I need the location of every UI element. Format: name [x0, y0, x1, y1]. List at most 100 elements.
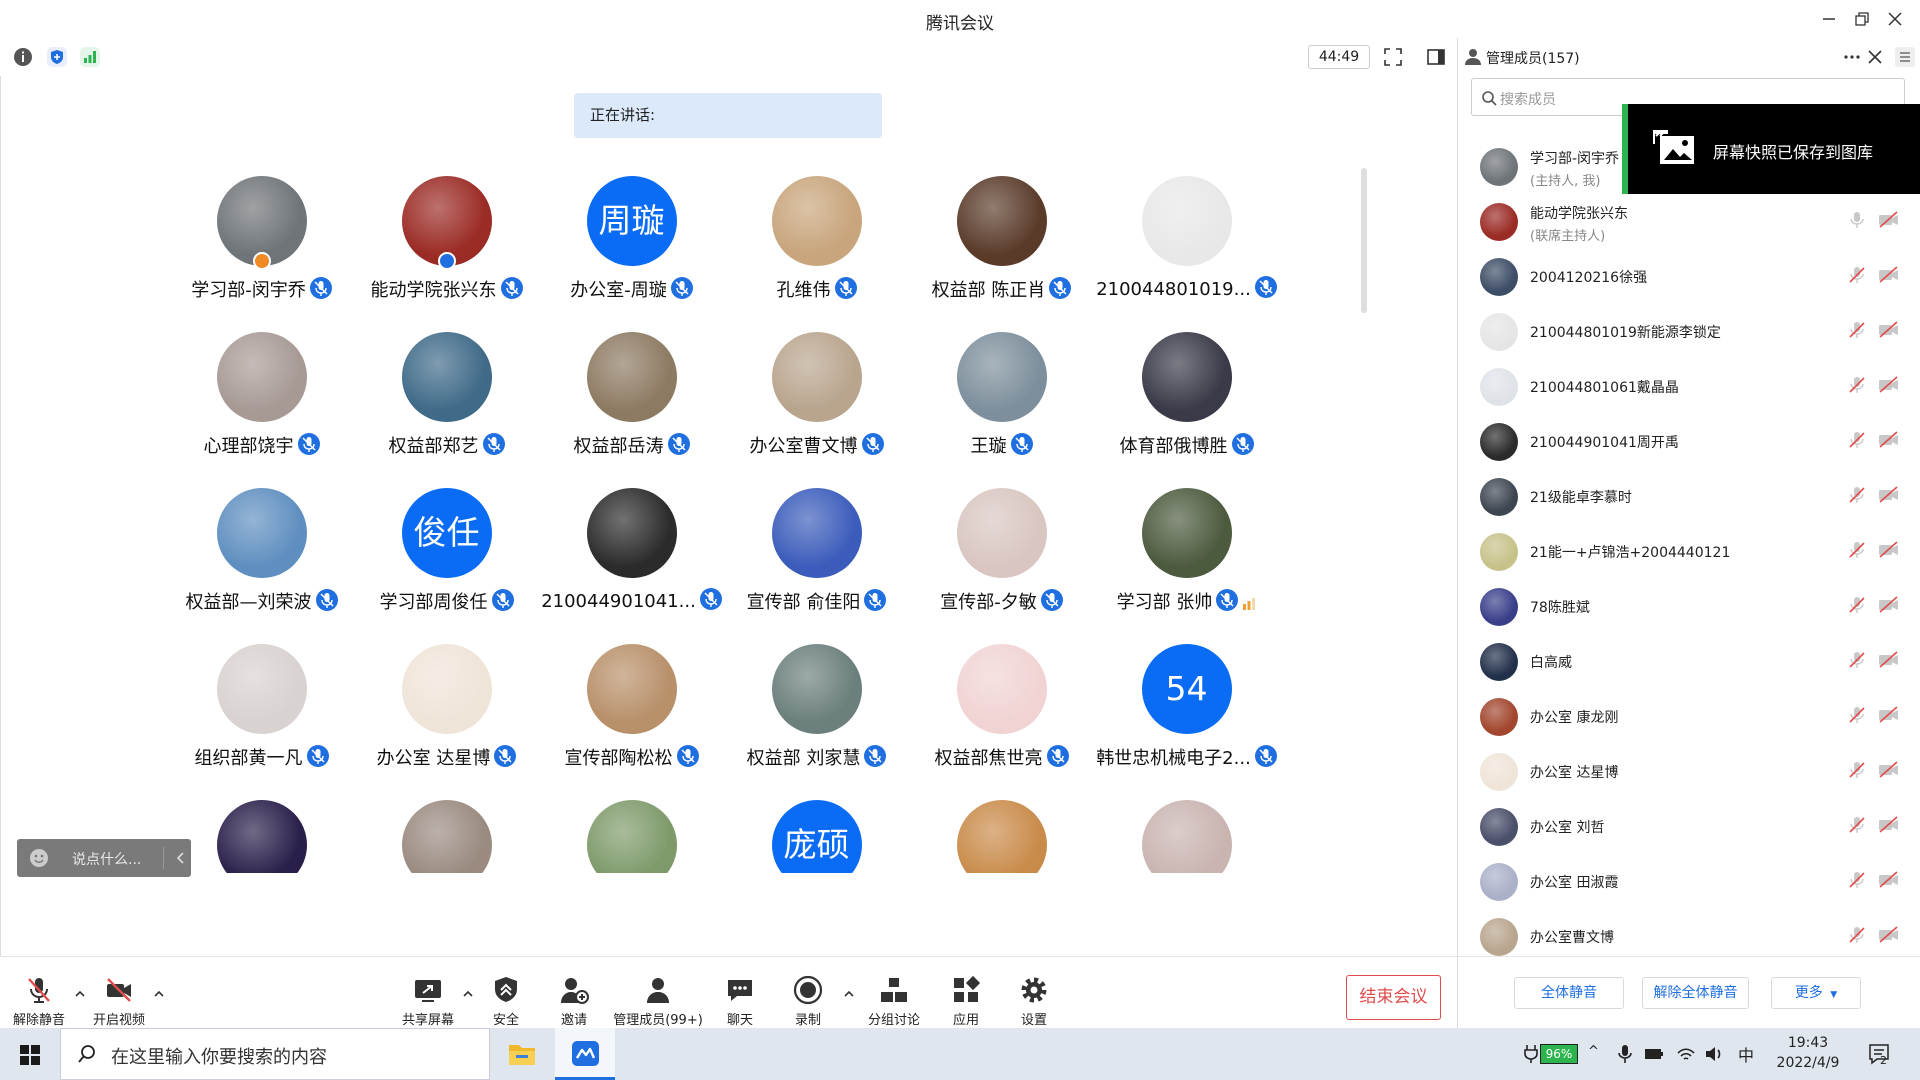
emoji-icon[interactable]	[29, 848, 49, 868]
member-mic-muted-icon[interactable]	[1848, 321, 1866, 339]
breakout-rooms-button[interactable]: 分组讨论	[862, 957, 926, 1029]
member-camera-off-icon[interactable]	[1878, 706, 1900, 724]
participant-tile[interactable]: 俊任 学习部周俊任	[354, 488, 539, 638]
member-camera-off-icon[interactable]	[1878, 596, 1900, 614]
start-video-button[interactable]: 开启视频	[86, 957, 152, 1029]
participant-tile[interactable]: 权益部郑艺	[354, 332, 539, 482]
network-signal-icon[interactable]	[80, 47, 100, 67]
member-mic-muted-icon[interactable]	[1848, 211, 1866, 229]
unmute-button[interactable]: 解除静音	[6, 957, 72, 1029]
member-mic-muted-icon[interactable]	[1848, 596, 1866, 614]
member-row[interactable]: 2004120216徐强	[1458, 248, 1920, 303]
participant-tile[interactable]: 王璇	[909, 332, 1094, 482]
participant-tile[interactable]	[354, 800, 539, 873]
member-mic-muted-icon[interactable]	[1848, 266, 1866, 284]
participant-tile[interactable]: 权益部—刘荣波	[169, 488, 354, 638]
participant-tile[interactable]: 庞硕	[724, 800, 909, 873]
chat-button[interactable]: 聊天	[712, 957, 768, 1029]
fullscreen-icon[interactable]	[1383, 47, 1403, 67]
member-mic-muted-icon[interactable]	[1848, 706, 1866, 724]
speaker-icon[interactable]	[1704, 1044, 1724, 1064]
member-mic-muted-icon[interactable]	[1848, 486, 1866, 504]
member-camera-off-icon[interactable]	[1878, 871, 1900, 889]
member-mic-muted-icon[interactable]	[1848, 816, 1866, 834]
member-camera-off-icon[interactable]	[1878, 376, 1900, 394]
quick-chat-box[interactable]: 说点什么...	[17, 839, 191, 877]
participant-tile[interactable]	[909, 800, 1094, 873]
member-mic-muted-icon[interactable]	[1848, 871, 1866, 889]
member-camera-off-icon[interactable]	[1878, 266, 1900, 284]
record-button[interactable]: 录制	[780, 957, 836, 1029]
invite-button[interactable]: 邀请	[546, 957, 602, 1029]
participant-tile[interactable]: 学习部 张帅	[1094, 488, 1279, 638]
participant-tile[interactable]: 心理部饶宇	[169, 332, 354, 482]
member-camera-off-icon[interactable]	[1878, 431, 1900, 449]
chevron-up-icon[interactable]	[153, 989, 165, 999]
minimize-icon[interactable]	[1820, 10, 1838, 28]
security-button[interactable]: 安全	[478, 957, 534, 1029]
member-row[interactable]: 办公室 田淑霞	[1458, 853, 1920, 908]
ime-indicator[interactable]: 中	[1738, 1042, 1754, 1066]
settings-button[interactable]: 设置	[1006, 957, 1062, 1029]
member-mic-muted-icon[interactable]	[1848, 761, 1866, 779]
mute-all-button[interactable]: 全体静音	[1514, 977, 1624, 1009]
member-camera-off-icon[interactable]	[1878, 761, 1900, 779]
member-row[interactable]: 210044801019新能源李锁定	[1458, 303, 1920, 358]
participant-tile[interactable]: 组织部黄一凡	[169, 644, 354, 794]
participant-tile[interactable]: 宣传部 俞佳阳	[724, 488, 909, 638]
participant-tile[interactable]: 54 韩世忠机械电子2...	[1094, 644, 1279, 794]
battery-icon[interactable]	[1644, 1046, 1664, 1062]
participant-tile[interactable]	[1094, 800, 1279, 873]
file-explorer-icon[interactable]	[508, 1041, 536, 1067]
member-row[interactable]: 办公室 刘哲	[1458, 798, 1920, 853]
panel-menu-icon[interactable]	[1895, 47, 1915, 67]
participant-tile[interactable]: 210044901041...	[539, 488, 724, 638]
participant-tile[interactable]: 权益部 陈正肖	[909, 176, 1094, 326]
participant-tile[interactable]: 体育部俄博胜	[1094, 332, 1279, 482]
member-row[interactable]: 办公室 康龙刚	[1458, 688, 1920, 743]
end-meeting-button[interactable]: 结束会议	[1346, 975, 1441, 1020]
participant-tile[interactable]	[169, 800, 354, 873]
member-row[interactable]: 21级能卓李慕时	[1458, 468, 1920, 523]
participant-tile[interactable]: 210044801019...	[1094, 176, 1279, 326]
chevron-up-icon[interactable]	[462, 989, 474, 999]
member-row[interactable]: 能动学院张兴东 (联席主持人)	[1458, 193, 1920, 248]
sidebar-toggle-icon[interactable]	[1426, 47, 1446, 67]
member-row[interactable]: 210044801061戴晶晶	[1458, 358, 1920, 413]
participant-tile[interactable]: 能动学院张兴东	[354, 176, 539, 326]
participant-tile[interactable]: 学习部-闵宇乔	[169, 176, 354, 326]
member-mic-muted-icon[interactable]	[1848, 926, 1866, 944]
grid-scrollbar[interactable]	[1361, 168, 1367, 313]
battery-indicator[interactable]: 96%	[1540, 1044, 1578, 1064]
restore-icon[interactable]	[1853, 10, 1871, 28]
close-panel-icon[interactable]	[1866, 48, 1884, 66]
more-button[interactable]: 更多 ▼	[1771, 977, 1861, 1009]
member-row[interactable]: 办公室 达星博	[1458, 743, 1920, 798]
clock[interactable]: 19:43 2022/4/9	[1768, 1033, 1848, 1073]
member-row[interactable]: 白高威	[1458, 633, 1920, 688]
member-camera-off-icon[interactable]	[1878, 486, 1900, 504]
participant-tile[interactable]: 孔维伟	[724, 176, 909, 326]
chevron-up-icon[interactable]	[843, 989, 855, 999]
participant-tile[interactable]: 权益部 刘家慧	[724, 644, 909, 794]
participant-tile[interactable]: 周璇 办公室-周璇	[539, 176, 724, 326]
participant-tile[interactable]: 办公室 达星博	[354, 644, 539, 794]
member-row[interactable]: 210044901041周开禹	[1458, 413, 1920, 468]
member-mic-muted-icon[interactable]	[1848, 376, 1866, 394]
member-camera-off-icon[interactable]	[1878, 926, 1900, 944]
microphone-icon[interactable]	[1618, 1044, 1632, 1064]
chevron-up-icon[interactable]	[74, 989, 86, 999]
participant-tile[interactable]: 办公室曹文博	[724, 332, 909, 482]
windows-start-icon[interactable]	[20, 1045, 40, 1065]
more-dots-icon[interactable]	[1843, 48, 1861, 66]
manage-members-button[interactable]: 管理成员(99+)	[610, 957, 706, 1029]
unmute-all-button[interactable]: 解除全体静音	[1642, 977, 1749, 1009]
member-mic-muted-icon[interactable]	[1848, 541, 1866, 559]
member-camera-off-icon[interactable]	[1878, 211, 1900, 229]
info-icon[interactable]	[13, 47, 33, 67]
participant-tile[interactable]: 宣传部陶松松	[539, 644, 724, 794]
chevron-left-icon[interactable]	[175, 851, 187, 865]
plug-icon[interactable]	[1522, 1044, 1540, 1064]
member-camera-off-icon[interactable]	[1878, 651, 1900, 669]
member-mic-muted-icon[interactable]	[1848, 651, 1866, 669]
